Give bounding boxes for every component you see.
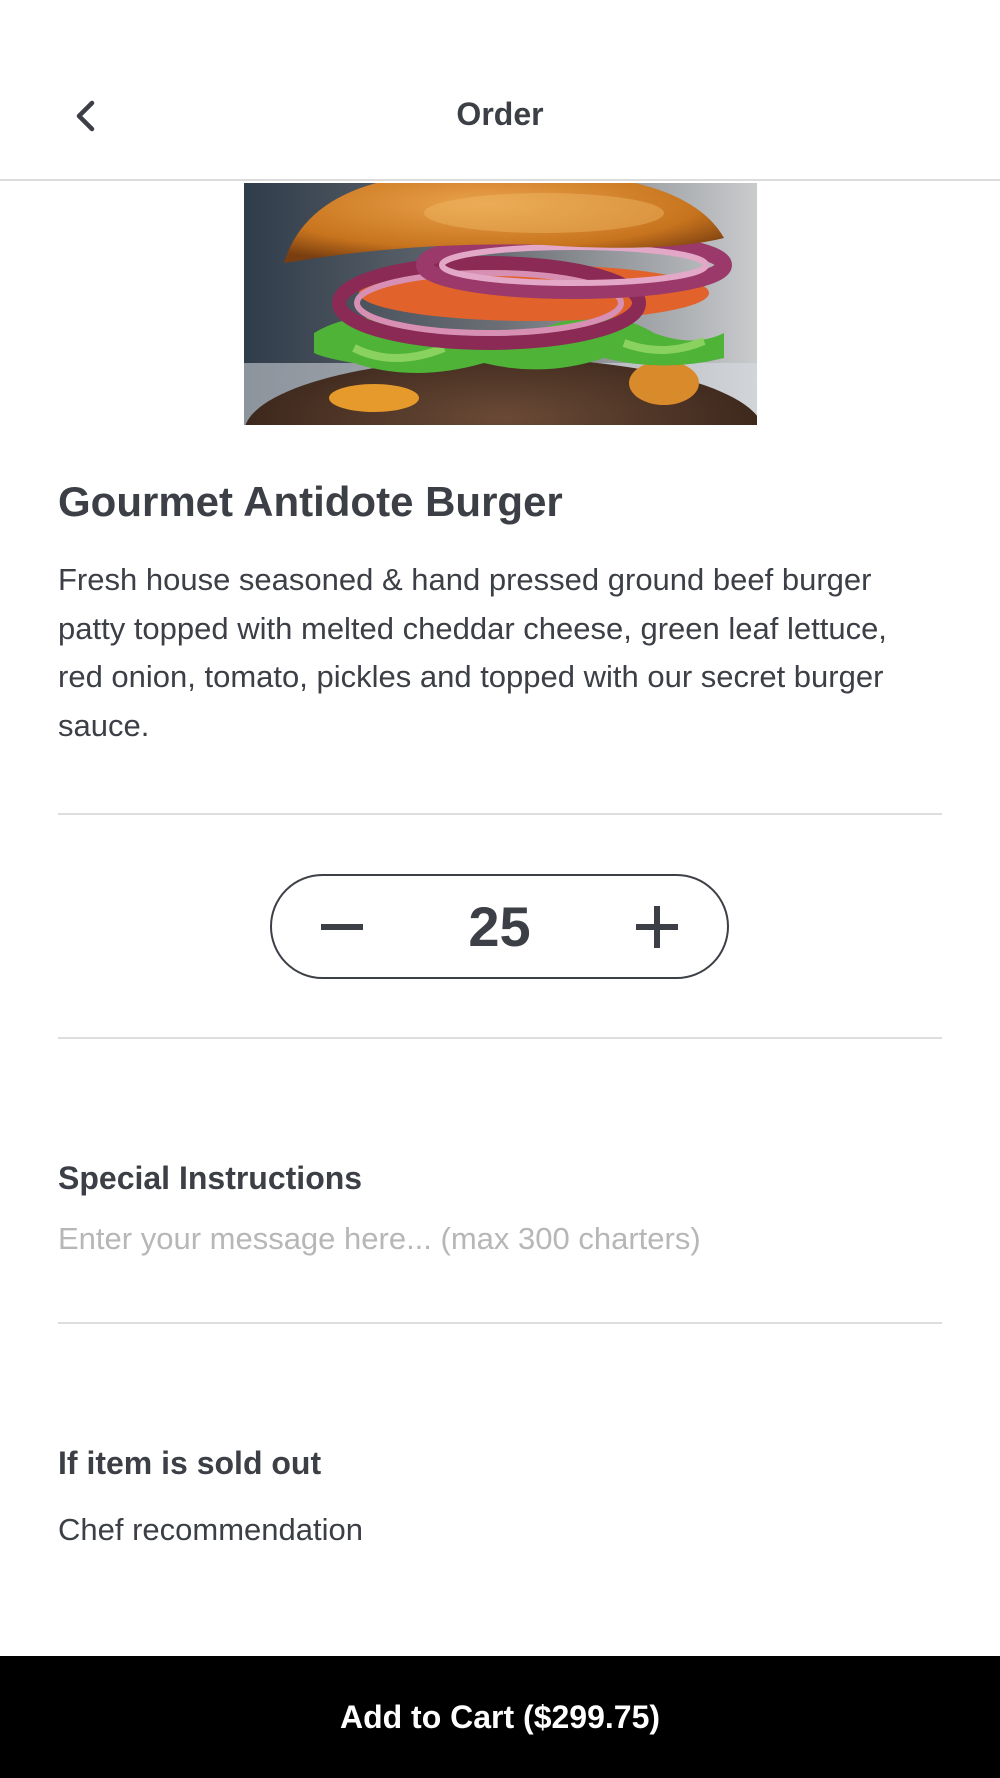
divider [58, 1037, 942, 1039]
divider [58, 813, 942, 815]
add-to-cart-label: Add to Cart ($299.75) [339, 1699, 661, 1735]
page-title: Order [456, 96, 544, 132]
special-instructions-input[interactable] [58, 1216, 942, 1262]
burger-photo [244, 183, 757, 425]
special-instructions-label: Special Instructions [58, 1160, 363, 1196]
decrement-button[interactable] [292, 876, 392, 977]
add-to-cart-button[interactable]: Add to Cart ($299.75) [0, 1656, 1000, 1778]
plus-icon [636, 905, 678, 948]
quantity-stepper: 25 [270, 874, 729, 979]
item-description: Fresh house seasoned & hand pressed grou… [58, 562, 887, 743]
sold-out-label: If item is sold out [58, 1445, 322, 1481]
increment-button[interactable] [607, 876, 707, 977]
burger-image [244, 183, 757, 425]
divider [58, 1322, 942, 1324]
minus-icon [321, 923, 363, 930]
item-title: Gourmet Antidote Burger [58, 478, 563, 525]
top-bar: Order [0, 0, 1000, 181]
sold-out-option[interactable]: Chef recommendation [58, 1512, 363, 1548]
